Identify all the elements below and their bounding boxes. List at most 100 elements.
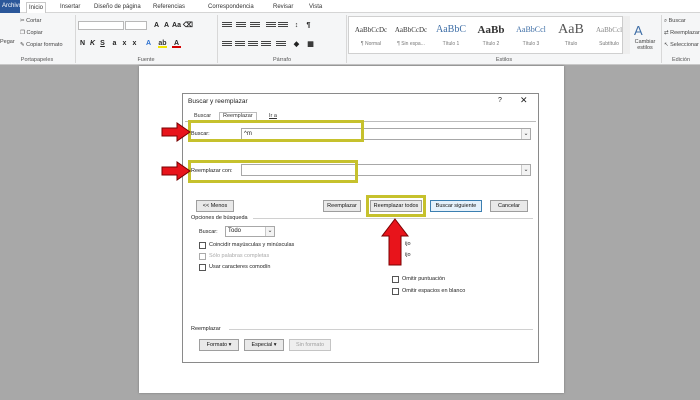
ignore-whitespace-label: Omitir espacios en blanco	[402, 288, 466, 294]
shading-icon[interactable]: ◆	[292, 40, 301, 49]
replace-icon: ⇄	[664, 30, 669, 36]
clipboard-group-label: Portapapeles	[20, 57, 54, 63]
format-button[interactable]: Formato ▾	[199, 339, 239, 351]
change-styles-icon[interactable]: A	[634, 23, 643, 38]
ribbon-tabs: Archivo Inicio Insertar Diseño de página…	[0, 0, 700, 13]
tab-diseno-pagina[interactable]: Diseño de página	[92, 2, 143, 13]
superscript-icon[interactable]: x	[130, 39, 139, 48]
tab-referencias[interactable]: Referencias	[151, 2, 187, 13]
increase-indent-icon[interactable]	[278, 21, 288, 29]
search-scope-select[interactable]: Todo ⌄	[225, 226, 275, 237]
bold-icon[interactable]: N	[78, 39, 87, 48]
select-icon: ↖	[664, 42, 669, 48]
change-case-icon[interactable]: Aa	[172, 21, 181, 30]
tab-revisar[interactable]: Revisar	[271, 2, 295, 13]
style-normal[interactable]: AaBbCcDc ¶ Normal	[351, 19, 391, 53]
close-button[interactable]: ✕	[520, 95, 528, 106]
style-name: Título 1	[442, 41, 460, 47]
font-color-icon[interactable]: A	[172, 39, 181, 48]
underline-icon[interactable]: S	[98, 39, 107, 48]
style-heading-2[interactable]: AaBb Título 2	[471, 19, 511, 53]
change-styles-button[interactable]: Cambiar estilos	[632, 39, 658, 51]
red-arrow-up-icon	[381, 218, 409, 266]
tab-correspondencia[interactable]: Correspondencia	[206, 2, 256, 13]
chevron-down-icon[interactable]: ⌄	[265, 227, 274, 236]
tab-insertar[interactable]: Insertar	[58, 2, 82, 13]
select-label: Seleccionar	[670, 42, 699, 48]
replace-field-highlight	[188, 160, 358, 183]
align-center-icon[interactable]	[235, 40, 245, 48]
numbering-icon[interactable]	[236, 21, 246, 29]
ignore-whitespace-checkbox[interactable]	[392, 288, 399, 295]
strikethrough-icon[interactable]: a	[110, 39, 119, 48]
match-case-checkbox[interactable]	[199, 242, 206, 249]
replace-section-label: Reemplazar	[191, 326, 221, 332]
cut-button[interactable]: ✂ Cortar	[20, 18, 41, 24]
tab-buscar[interactable]: Buscar	[194, 113, 211, 119]
help-button[interactable]: ?	[498, 97, 502, 104]
tab-archivo[interactable]: Archivo	[0, 0, 22, 13]
bullets-icon[interactable]	[222, 21, 232, 29]
text-effects-icon[interactable]: A	[144, 39, 153, 48]
tab-vista[interactable]: Vista	[307, 2, 324, 13]
italic-icon[interactable]: K	[88, 39, 97, 48]
find-button[interactable]: ⌕ Buscar	[664, 18, 686, 25]
style-sample: AaBb	[477, 24, 505, 36]
format-label: Formato	[206, 342, 228, 348]
paste-button[interactable]: Pegar	[0, 39, 15, 45]
select-button[interactable]: ↖ Seleccionar	[664, 42, 699, 48]
style-name: ¶ Normal	[360, 41, 382, 47]
decrease-indent-icon[interactable]	[266, 21, 276, 29]
paragraph-group-label: Párrafo	[272, 57, 292, 63]
separator	[346, 15, 347, 63]
style-no-spacing[interactable]: AaBbCcDc ¶ Sin espa...	[391, 19, 431, 53]
chevron-down-icon[interactable]: ⌄	[521, 129, 530, 139]
tab-inicio[interactable]: Inicio	[26, 2, 47, 13]
wildcards-label: Usar caracteres comodín	[209, 264, 271, 270]
styles-scrollbar[interactable]	[622, 16, 630, 54]
line-spacing-icon[interactable]	[276, 40, 286, 48]
show-marks-icon[interactable]: ¶	[304, 21, 313, 30]
style-title[interactable]: AaB Título	[551, 19, 591, 53]
find-icon: ⌕	[664, 18, 668, 24]
replace-label: Reemplazar	[670, 30, 700, 36]
subscript-icon[interactable]: x	[120, 39, 129, 48]
replace-button[interactable]: Reemplazar	[323, 200, 361, 212]
no-format-button[interactable]: Sin formato	[289, 339, 331, 351]
special-button[interactable]: Especial ▾	[244, 339, 284, 351]
format-painter-button[interactable]: ✎ Copiar formato	[20, 42, 63, 48]
style-name: ¶ Sin espa...	[397, 41, 425, 47]
dialog-title: Buscar y reemplazar	[188, 98, 248, 105]
sort-icon[interactable]: ↕	[292, 21, 301, 30]
justify-icon[interactable]	[261, 40, 271, 48]
scissors-icon: ✂	[20, 18, 25, 24]
highlight-color-icon[interactable]: ab	[158, 39, 167, 48]
font-size-input[interactable]	[125, 21, 147, 30]
replace-ribbon-button[interactable]: ⇄ Reemplazar	[664, 30, 700, 36]
find-next-button[interactable]: Buscar siguiente	[430, 200, 482, 212]
multilevel-list-icon[interactable]	[250, 21, 260, 29]
clear-format-icon[interactable]: ⌫	[183, 21, 193, 30]
shrink-font-icon[interactable]: A	[162, 21, 171, 30]
align-right-icon[interactable]	[248, 40, 258, 48]
wildcards-checkbox[interactable]	[199, 264, 206, 271]
grow-font-icon[interactable]: A	[152, 21, 161, 30]
chevron-down-icon[interactable]: ⌄	[521, 165, 530, 175]
less-button[interactable]: << Menos	[196, 200, 234, 212]
find-label: Buscar	[668, 18, 686, 24]
style-name: Título 2	[482, 41, 500, 47]
style-heading-3[interactable]: AaBbCcl Título 3	[511, 19, 551, 53]
borders-icon[interactable]: ▦	[306, 40, 315, 49]
style-heading-1[interactable]: AaBbC Título 1	[431, 19, 471, 53]
styles-gallery: AaBbCcDc ¶ Normal AaBbCcDc ¶ Sin espa...…	[348, 16, 630, 54]
ignore-punctuation-checkbox[interactable]	[392, 276, 399, 283]
separator	[75, 15, 76, 63]
copy-button[interactable]: ❐ Copiar	[20, 30, 43, 36]
divider	[229, 329, 533, 330]
style-name: Título	[564, 41, 578, 47]
cancel-button[interactable]: Cancelar	[490, 200, 528, 212]
tab-ir-a[interactable]: Ir a	[269, 113, 277, 119]
align-left-icon[interactable]	[222, 40, 232, 48]
whole-words-checkbox[interactable]	[199, 253, 206, 260]
font-name-input[interactable]	[78, 21, 124, 30]
